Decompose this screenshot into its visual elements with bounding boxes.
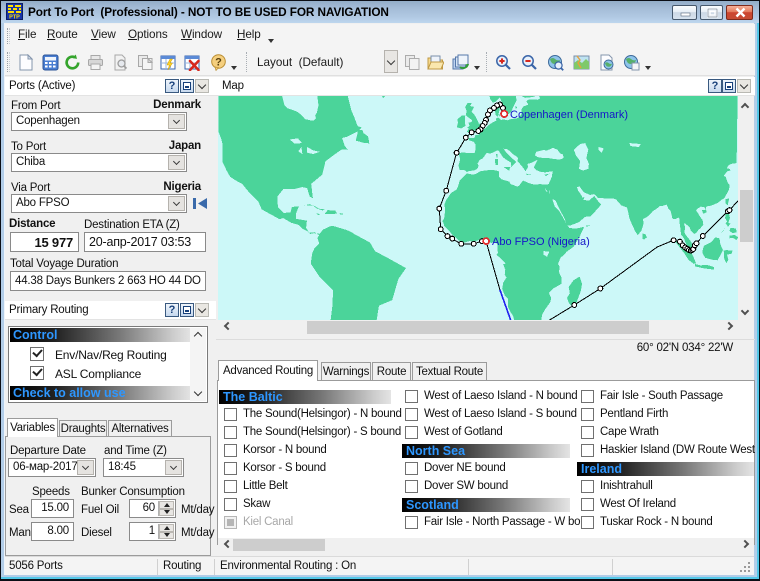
svg-text:Copenhagen (Denmark): Copenhagen (Denmark) (510, 109, 628, 121)
svg-text:?: ? (215, 57, 222, 69)
svg-text:Abo FPSO (Nigeria): Abo FPSO (Nigeria) (492, 236, 590, 248)
svg-text:PTP: PTP (9, 15, 20, 21)
